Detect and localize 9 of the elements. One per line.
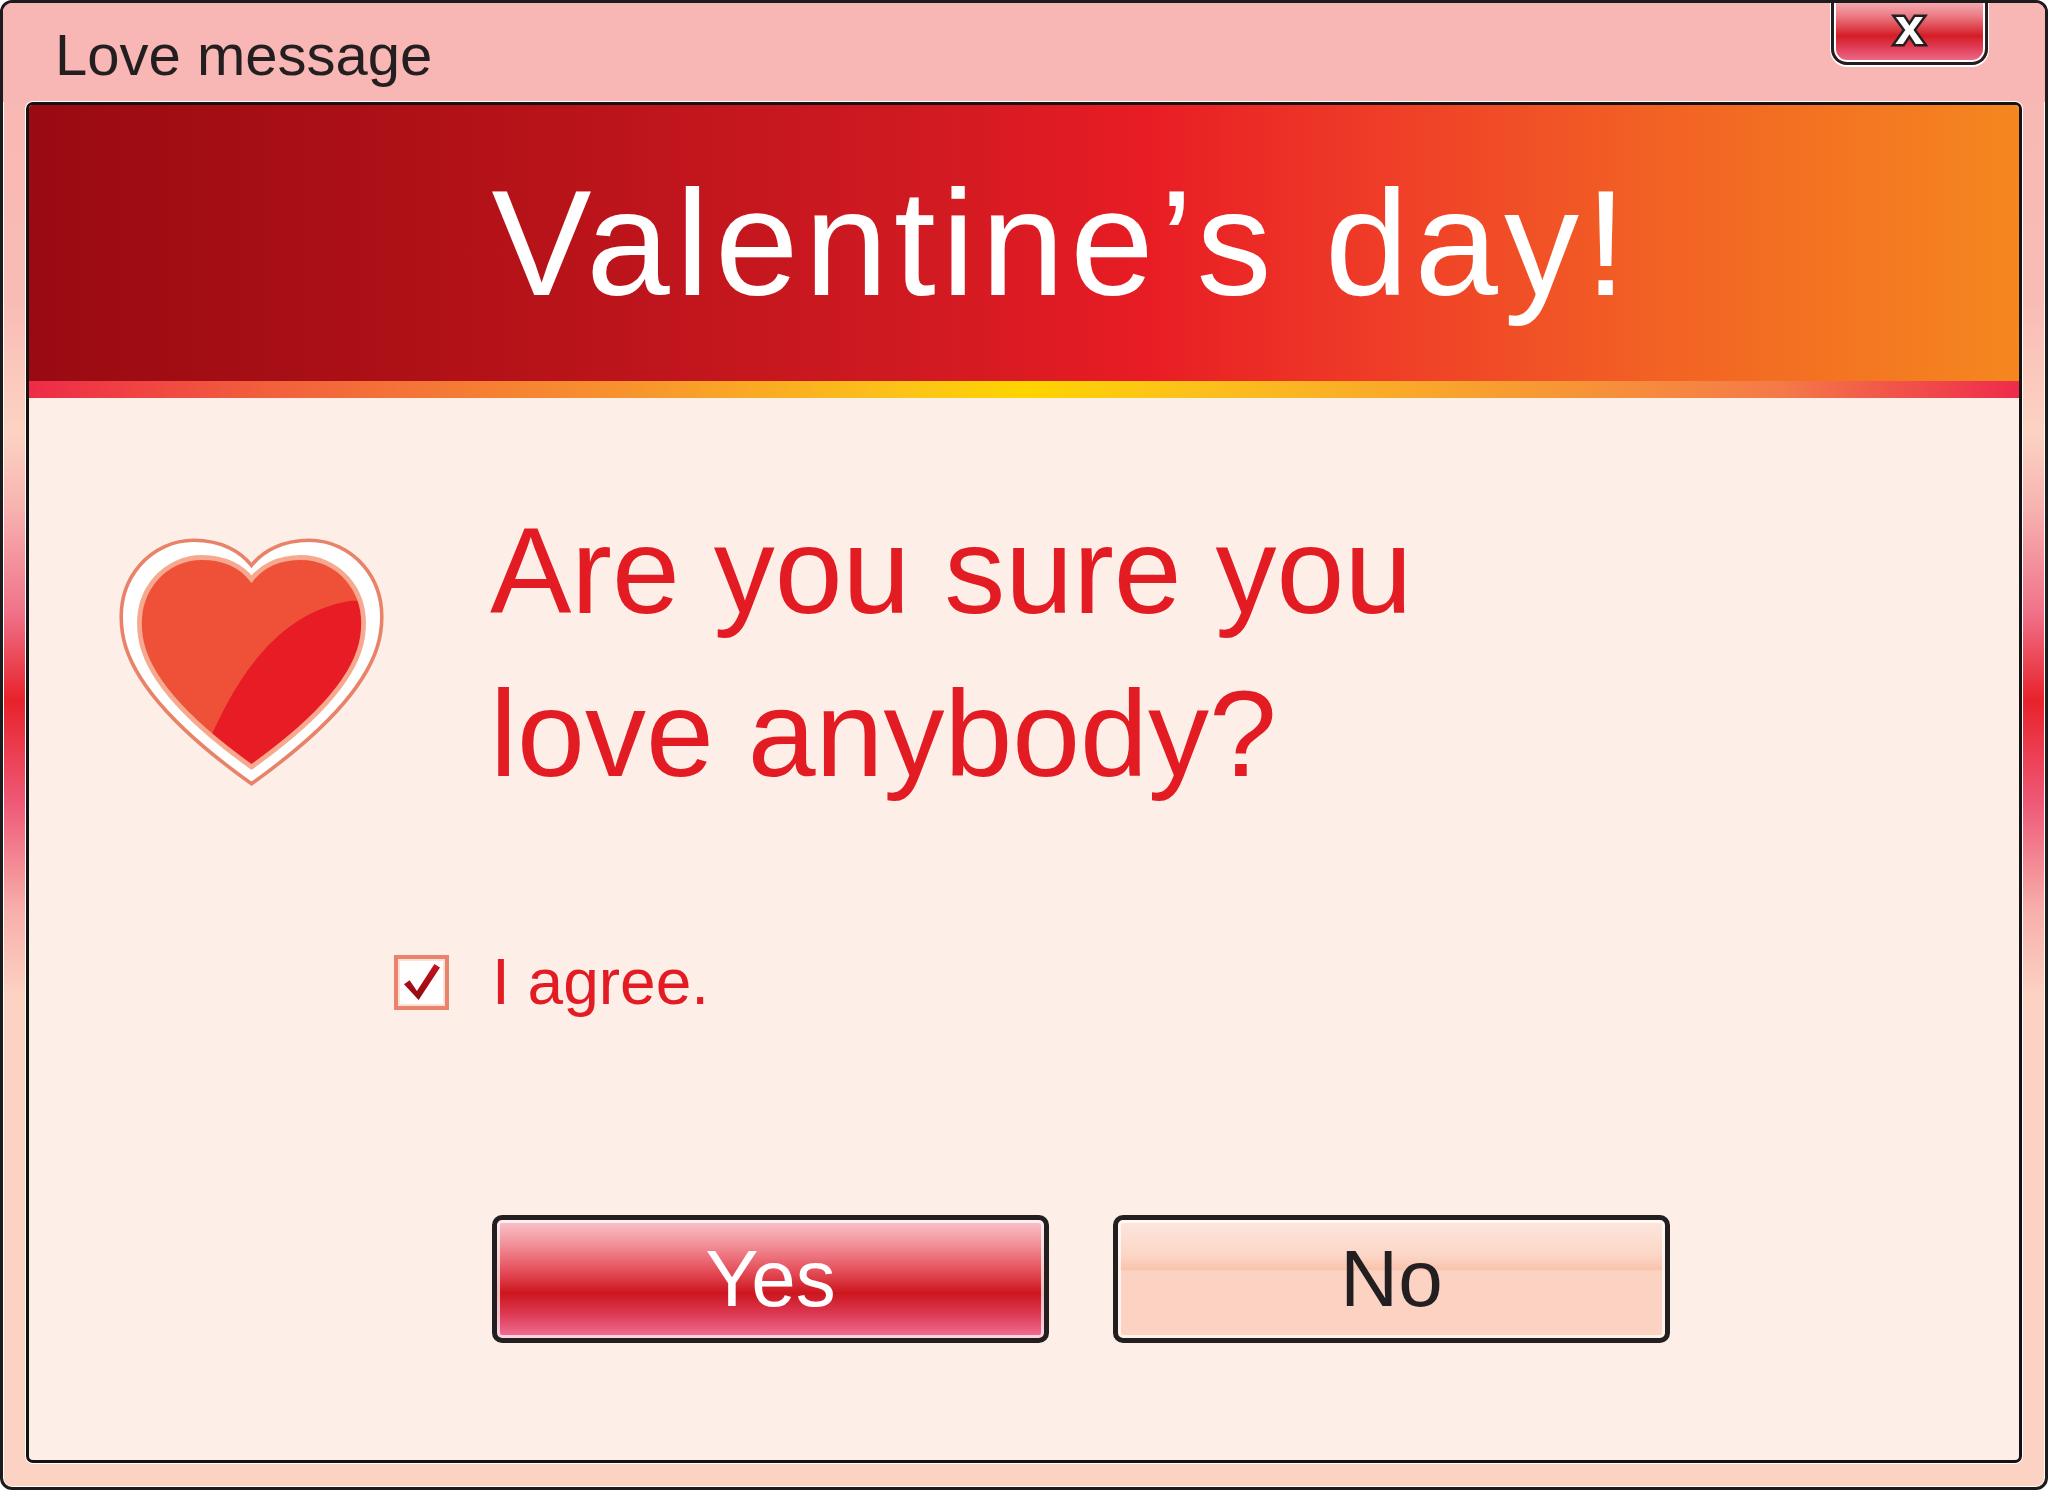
agree-checkbox[interactable] <box>394 954 449 1010</box>
close-button[interactable]: x <box>1831 3 1988 65</box>
dialog-button[interactable]: Yes <box>492 1215 1049 1343</box>
check-icon <box>401 964 442 1000</box>
banner-title: Valentine’s day! <box>491 158 1633 329</box>
heart-icon <box>118 538 385 786</box>
question-text: Are you sure you love anybody? <box>490 502 1414 804</box>
dialog-button[interactable]: No <box>1113 1215 1670 1343</box>
agree-label: I agree. <box>492 945 710 1020</box>
